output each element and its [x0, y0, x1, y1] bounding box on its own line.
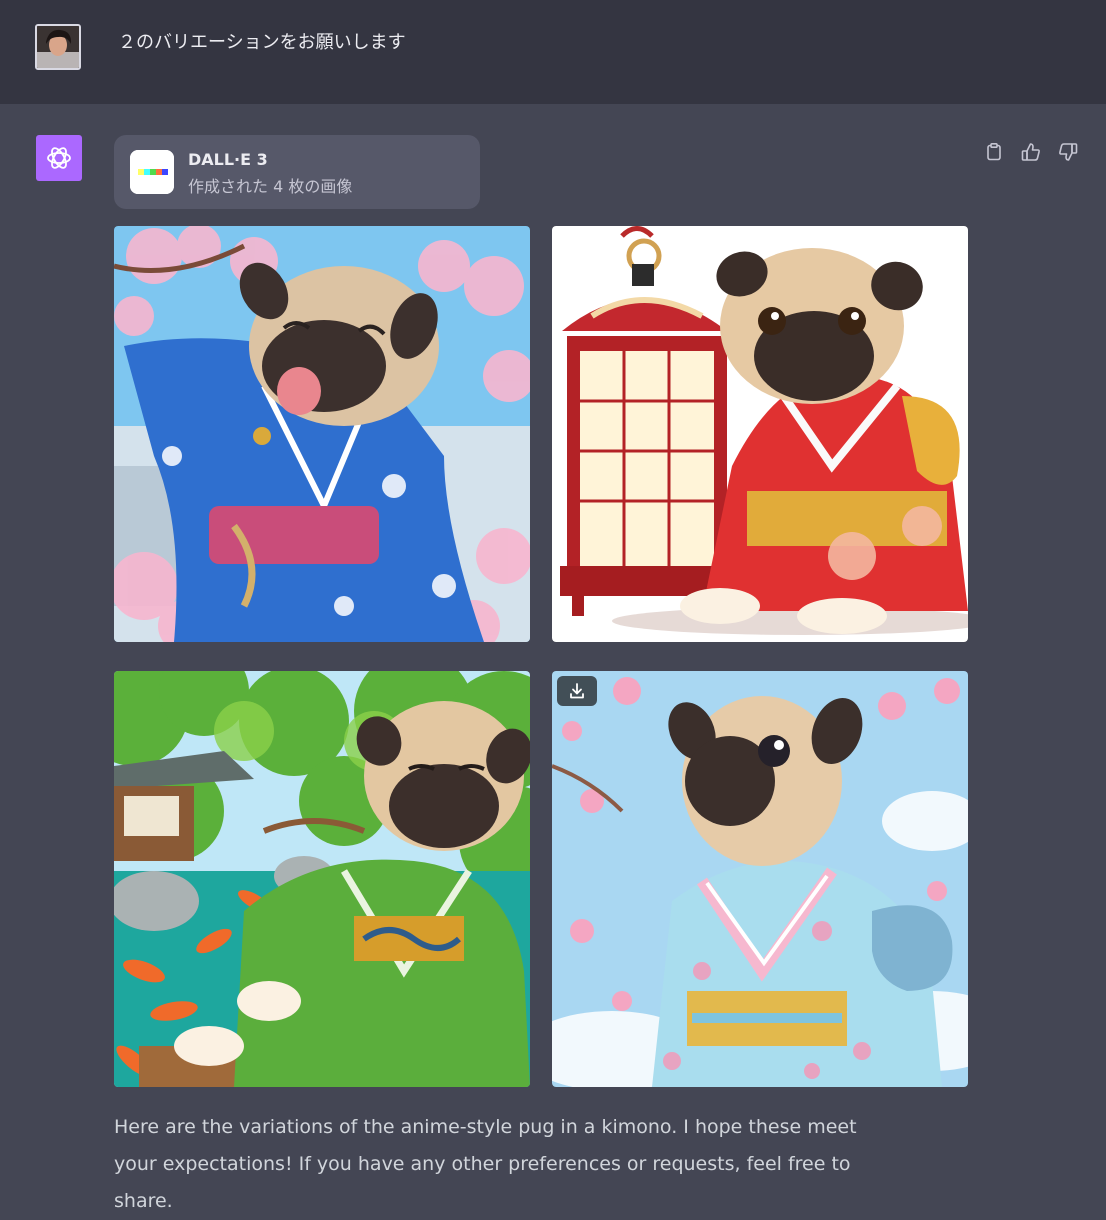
- dalle-color-bar-icon: [130, 150, 174, 194]
- dalle-tool-card[interactable]: DALL·E 3 作成された 4 枚の画像: [114, 135, 480, 209]
- thumbs-down-icon: [1059, 143, 1078, 161]
- like-button[interactable]: [1019, 140, 1043, 164]
- download-icon: [570, 683, 584, 699]
- assistant-response: Here are the variations of the anime-sty…: [114, 1109, 904, 1220]
- openai-logo-icon: [36, 135, 82, 181]
- user-message-row: ２のバリエーションをお願いします: [0, 0, 1106, 104]
- message-actions: [982, 140, 1080, 164]
- generated-image-4[interactable]: [552, 671, 968, 1087]
- copy-button[interactable]: [982, 140, 1006, 164]
- generated-image-3[interactable]: [114, 671, 530, 1087]
- thumbs-up-icon: [1021, 143, 1040, 161]
- tool-subtitle: 作成された 4 枚の画像: [188, 177, 353, 196]
- response-paragraph: Here are the variations of the anime-sty…: [114, 1116, 857, 1212]
- user-message-text: ２のバリエーションをお願いします: [118, 32, 406, 53]
- tool-name: DALL·E 3: [188, 150, 268, 169]
- clipboard-icon: [987, 142, 1001, 161]
- download-button[interactable]: [557, 676, 597, 706]
- dislike-button[interactable]: [1056, 140, 1080, 164]
- generated-image-1[interactable]: [114, 226, 530, 642]
- user-avatar: [35, 24, 81, 70]
- generated-image-2[interactable]: [552, 226, 968, 642]
